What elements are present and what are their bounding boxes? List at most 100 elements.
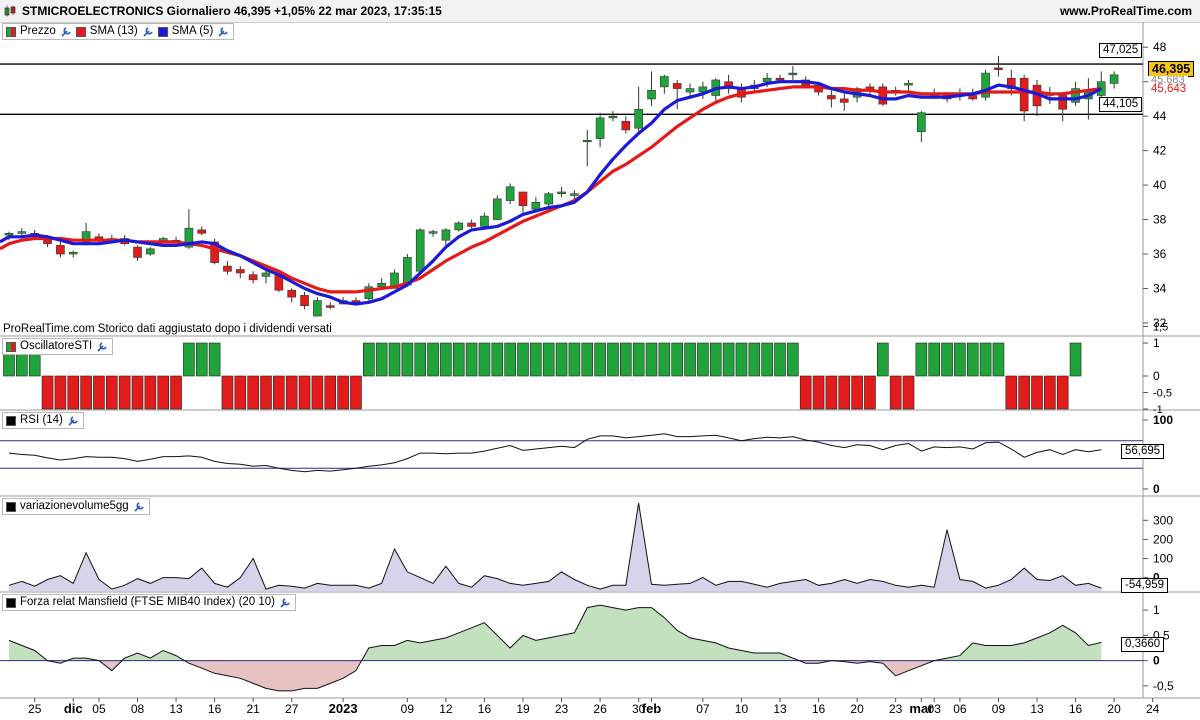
x-tick-label: dic [64,701,83,716]
sti-y-tick-label: 1 [1153,336,1160,350]
candle-body [685,88,695,93]
sti-bar [915,342,928,377]
wrench-icon[interactable] [67,415,79,427]
candle-body [968,95,978,100]
candle-body [505,186,515,201]
sti-bar [311,375,324,410]
wrench-icon[interactable] [279,597,291,609]
volume-legend[interactable]: variazionevolume5gg [2,498,150,515]
sti-bar [440,342,452,377]
volume-swatch-icon [6,501,16,512]
rsi-y-tick-label: 100 [1153,413,1173,427]
sti-bar [131,375,144,410]
x-tick-label: 2023 [329,701,358,716]
candle-body [595,117,605,139]
price-y-tick-label: 42 [1153,144,1167,158]
sti-legend-label: OscillatoreSTI [20,340,93,352]
sti-bar [452,342,465,377]
x-tick-label: 13 [169,702,183,716]
sti-bar [208,342,221,377]
x-tick-label: feb [642,701,662,716]
sti-bar [324,375,337,410]
candle-body [300,295,309,307]
candle-body [17,231,27,234]
sti-bar [787,342,799,377]
mansfield-legend[interactable]: Forza relat Mansfield (FTSE MIB40 Index)… [2,594,297,611]
rsi-value-tag: 56,695 [1121,444,1165,459]
sti-bar [157,375,169,410]
mansfield-value-tag: 0,3660 [1121,637,1165,652]
sti-bar [632,342,645,377]
rsi-legend[interactable]: RSI (14) [2,412,84,429]
sti-bar [1044,375,1056,410]
price-y-tick-label: 44 [1153,109,1167,123]
sti-bar [645,342,658,377]
x-tick-label: 25 [28,702,42,716]
x-tick-label: 16 [478,702,492,716]
sti-bar [581,342,594,377]
sti-bar [607,342,619,377]
x-tick-label: 13 [773,702,787,716]
sti-bar [555,342,568,377]
x-tick-label: 13 [1030,702,1044,716]
candle-body [647,90,656,100]
sti-bar [260,375,272,410]
sti-bar [144,375,157,410]
sti-bar [941,342,953,377]
mansfield-positive-area [9,605,1102,661]
candle-body [467,222,476,227]
sti-bar [401,342,414,377]
wrench-icon[interactable] [217,26,229,38]
sti-legend[interactable]: OscillatoreSTI [2,338,114,355]
sti-bar [799,375,812,410]
sma5-swatch-icon [157,26,168,37]
candle-body [904,83,913,86]
rsi-line [8,433,1102,473]
candle-body [480,215,489,227]
x-tick-label: 20 [1107,702,1121,716]
x-tick-label: 05 [92,702,106,716]
x-tick-label: 23 [889,702,903,716]
legend-sma13-label: SMA (13) [89,25,138,37]
x-tick-label: 08 [131,702,145,716]
price-legend[interactable]: Prezzo SMA (13) SMA (5) [2,23,235,40]
x-tick-label: 26 [593,702,607,716]
candle-body [827,95,836,100]
mansfield-legend-label: Forza relat Mansfield (FTSE MIB40 Index)… [20,596,276,608]
sti-bar [106,375,118,410]
candle-body [917,112,926,132]
chart-root: STMICROELECTRONICS Giornaliero 46,395 +1… [0,0,1200,720]
candle-body [454,222,464,231]
sti-bar [542,342,555,377]
wrench-icon[interactable] [96,341,108,353]
x-tick-label: 27 [285,702,299,716]
sti-bar [658,342,671,377]
candle-body [492,198,502,220]
volume-legend-label: variazionevolume5gg [20,500,129,512]
candle-body [287,289,297,298]
dividend-note: ProRealTime.com Storico dati aggiustato … [3,323,332,335]
candle-body [56,245,65,255]
sti-bar [928,342,941,377]
wrench-icon[interactable] [133,501,145,513]
rsi-legend-label: RSI (14) [20,414,63,426]
sma13-swatch-icon [75,26,86,37]
chart-canvas[interactable]: 4846444240383634321,510-0,5-110003002001… [0,0,1200,720]
x-tick-label: 03 [928,702,942,716]
sti-bar [902,375,915,410]
wrench-icon[interactable] [60,26,72,38]
candle-body [544,193,554,205]
candle-body [762,77,772,82]
candle-body [133,246,142,258]
sti-bar [337,375,349,410]
sti-bar [54,375,67,410]
sti-bar [170,375,182,410]
sti-bar [504,342,516,377]
candle-body [428,231,438,234]
sti-bar [594,342,606,377]
sti-y-tick-label: 0 [1153,369,1160,383]
candle-body [839,98,849,103]
candle-body [351,300,361,303]
wrench-icon[interactable] [142,26,154,38]
sti-bar [67,375,80,410]
